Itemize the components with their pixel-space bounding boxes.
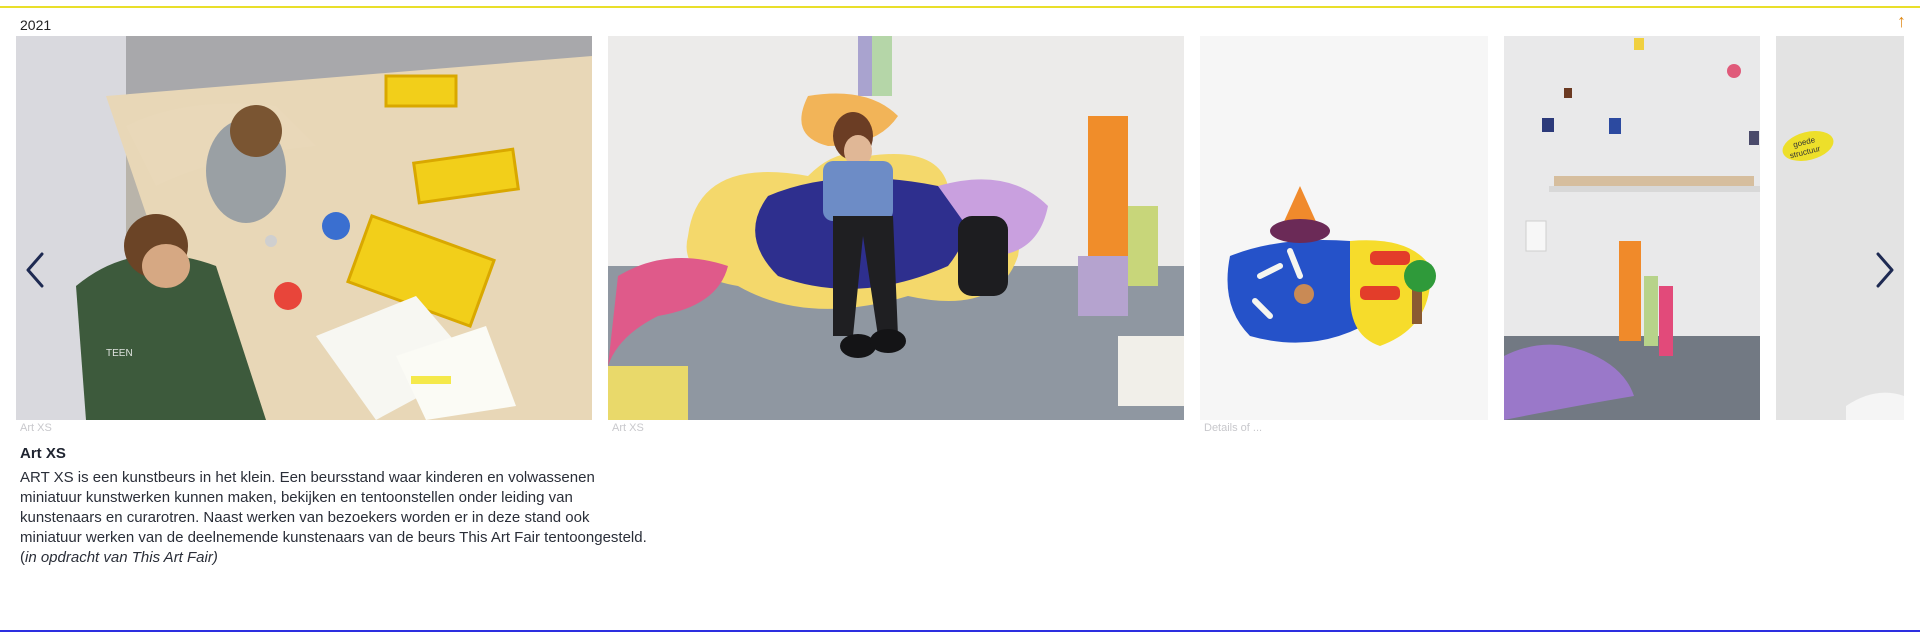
image-caption-1: Art XS — [20, 422, 52, 434]
credit-text: in opdracht van This Art Fair) — [25, 549, 218, 566]
project-credit: (in opdracht van This Art Fair) — [20, 548, 218, 568]
bottom-divider — [0, 630, 1920, 632]
gallery-image-2[interactable] — [608, 36, 1184, 420]
gallery-image-5[interactable]: goede structuur — [1776, 36, 1904, 420]
gallery-image-3[interactable] — [1200, 36, 1488, 420]
project-description: ART XS is een kunstbeurs in het klein. E… — [20, 468, 700, 548]
description-line: miniatuur werken van de deelnemende kuns… — [20, 529, 647, 546]
description-line: miniatuur kunstwerken kunnen maken, beki… — [20, 489, 573, 506]
image-caption-2: Art XS — [612, 422, 644, 434]
chevron-right-icon — [1864, 246, 1904, 294]
arrow-up-icon[interactable]: ↑ — [1897, 12, 1906, 30]
gallery-next-button[interactable] — [1864, 246, 1904, 294]
gallery-image-1[interactable]: TEEN — [16, 36, 592, 420]
project-title: Art XS — [20, 445, 66, 462]
image-caption-3: Details of ... — [1204, 422, 1263, 434]
image-gallery[interactable]: TEEN goede structuur — [16, 36, 1904, 420]
description-line: kunstenaars en curarotren. Naast werken … — [20, 509, 590, 526]
gallery-image-4[interactable] — [1504, 36, 1760, 420]
svg-text:TEEN: TEEN — [106, 348, 133, 359]
gallery-prev-button[interactable] — [16, 246, 56, 294]
description-line: ART XS is een kunstbeurs in het klein. E… — [20, 469, 595, 486]
chevron-left-icon — [16, 246, 56, 294]
top-divider — [0, 6, 1920, 8]
project-year: 2021 — [20, 17, 52, 33]
